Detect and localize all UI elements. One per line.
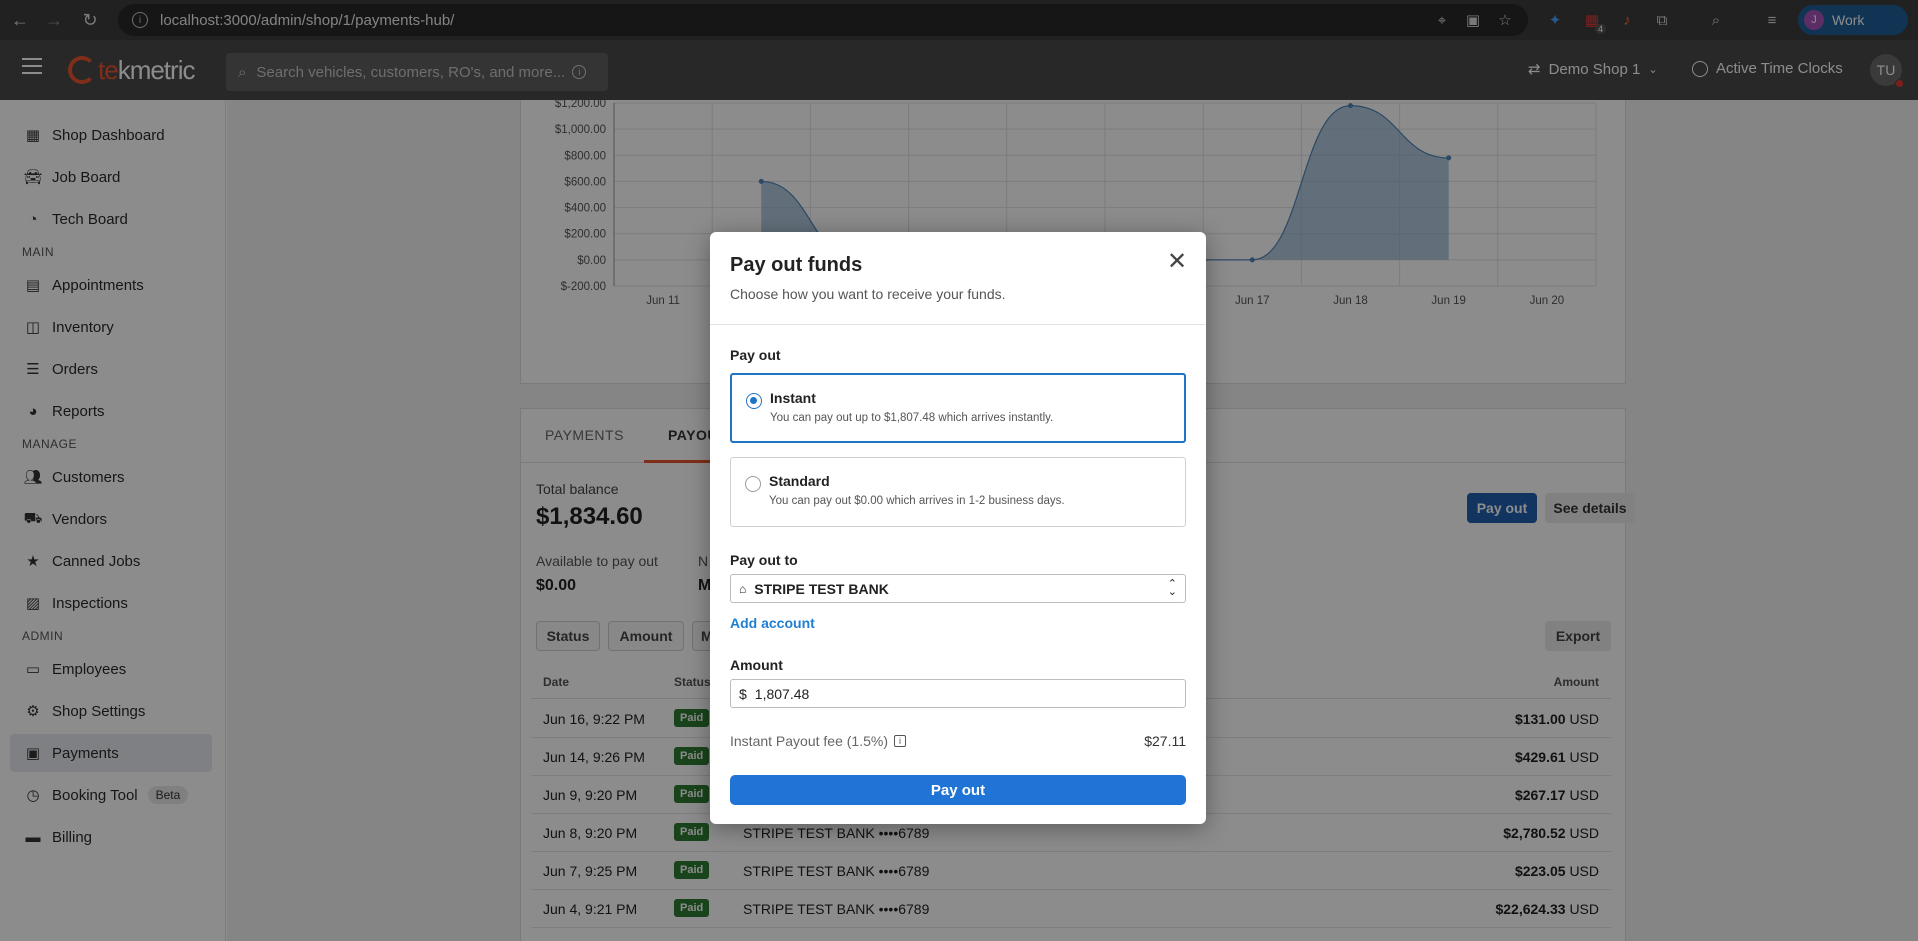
- instant-label: Instant: [770, 390, 816, 406]
- close-icon[interactable]: ✕: [1166, 248, 1188, 275]
- fee-info-icon[interactable]: i: [893, 735, 906, 747]
- add-account-link[interactable]: Add account: [730, 615, 815, 631]
- modal-title: Pay out funds: [730, 254, 863, 276]
- bank-account-value: STRIPE TEST BANK: [754, 580, 889, 597]
- currency-symbol: $: [739, 685, 747, 702]
- standard-radio[interactable]: [745, 476, 761, 492]
- amount-input[interactable]: $ 1,807.48: [730, 679, 1186, 708]
- pay-out-to-label: Pay out to: [730, 552, 798, 568]
- bank-icon: ⌂: [739, 581, 747, 596]
- fee-value: $27.11: [1144, 733, 1186, 749]
- bank-account-select[interactable]: ⌂ STRIPE TEST BANK ⌃ ⌄: [730, 574, 1186, 603]
- amount-label: Amount: [730, 657, 783, 673]
- amount-value[interactable]: 1,807.48: [755, 686, 810, 702]
- fee-row: Instant Payout fee (1.5%) i: [730, 733, 906, 749]
- option-instant[interactable]: Instant You can pay out up to $1,807.48 …: [730, 373, 1186, 443]
- standard-description: You can pay out $0.00 which arrives in 1…: [769, 495, 1065, 507]
- instant-description: You can pay out up to $1,807.48 which ar…: [770, 412, 1054, 424]
- select-updown-icon: ⌃ ⌄: [1167, 578, 1177, 598]
- pay-out-label: Pay out: [730, 347, 781, 363]
- instant-radio[interactable]: [746, 393, 762, 409]
- modal-subtitle: Choose how you want to receive your fund…: [730, 286, 1006, 302]
- standard-label: Standard: [769, 473, 830, 489]
- option-standard[interactable]: Standard You can pay out $0.00 which arr…: [730, 457, 1186, 527]
- pay-out-funds-modal: Pay out funds Choose how you want to rec…: [710, 232, 1206, 824]
- modal-pay-out-button[interactable]: Pay out: [730, 775, 1186, 805]
- fee-label: Instant Payout fee (1.5%): [730, 733, 888, 749]
- modal-divider: [710, 324, 1206, 325]
